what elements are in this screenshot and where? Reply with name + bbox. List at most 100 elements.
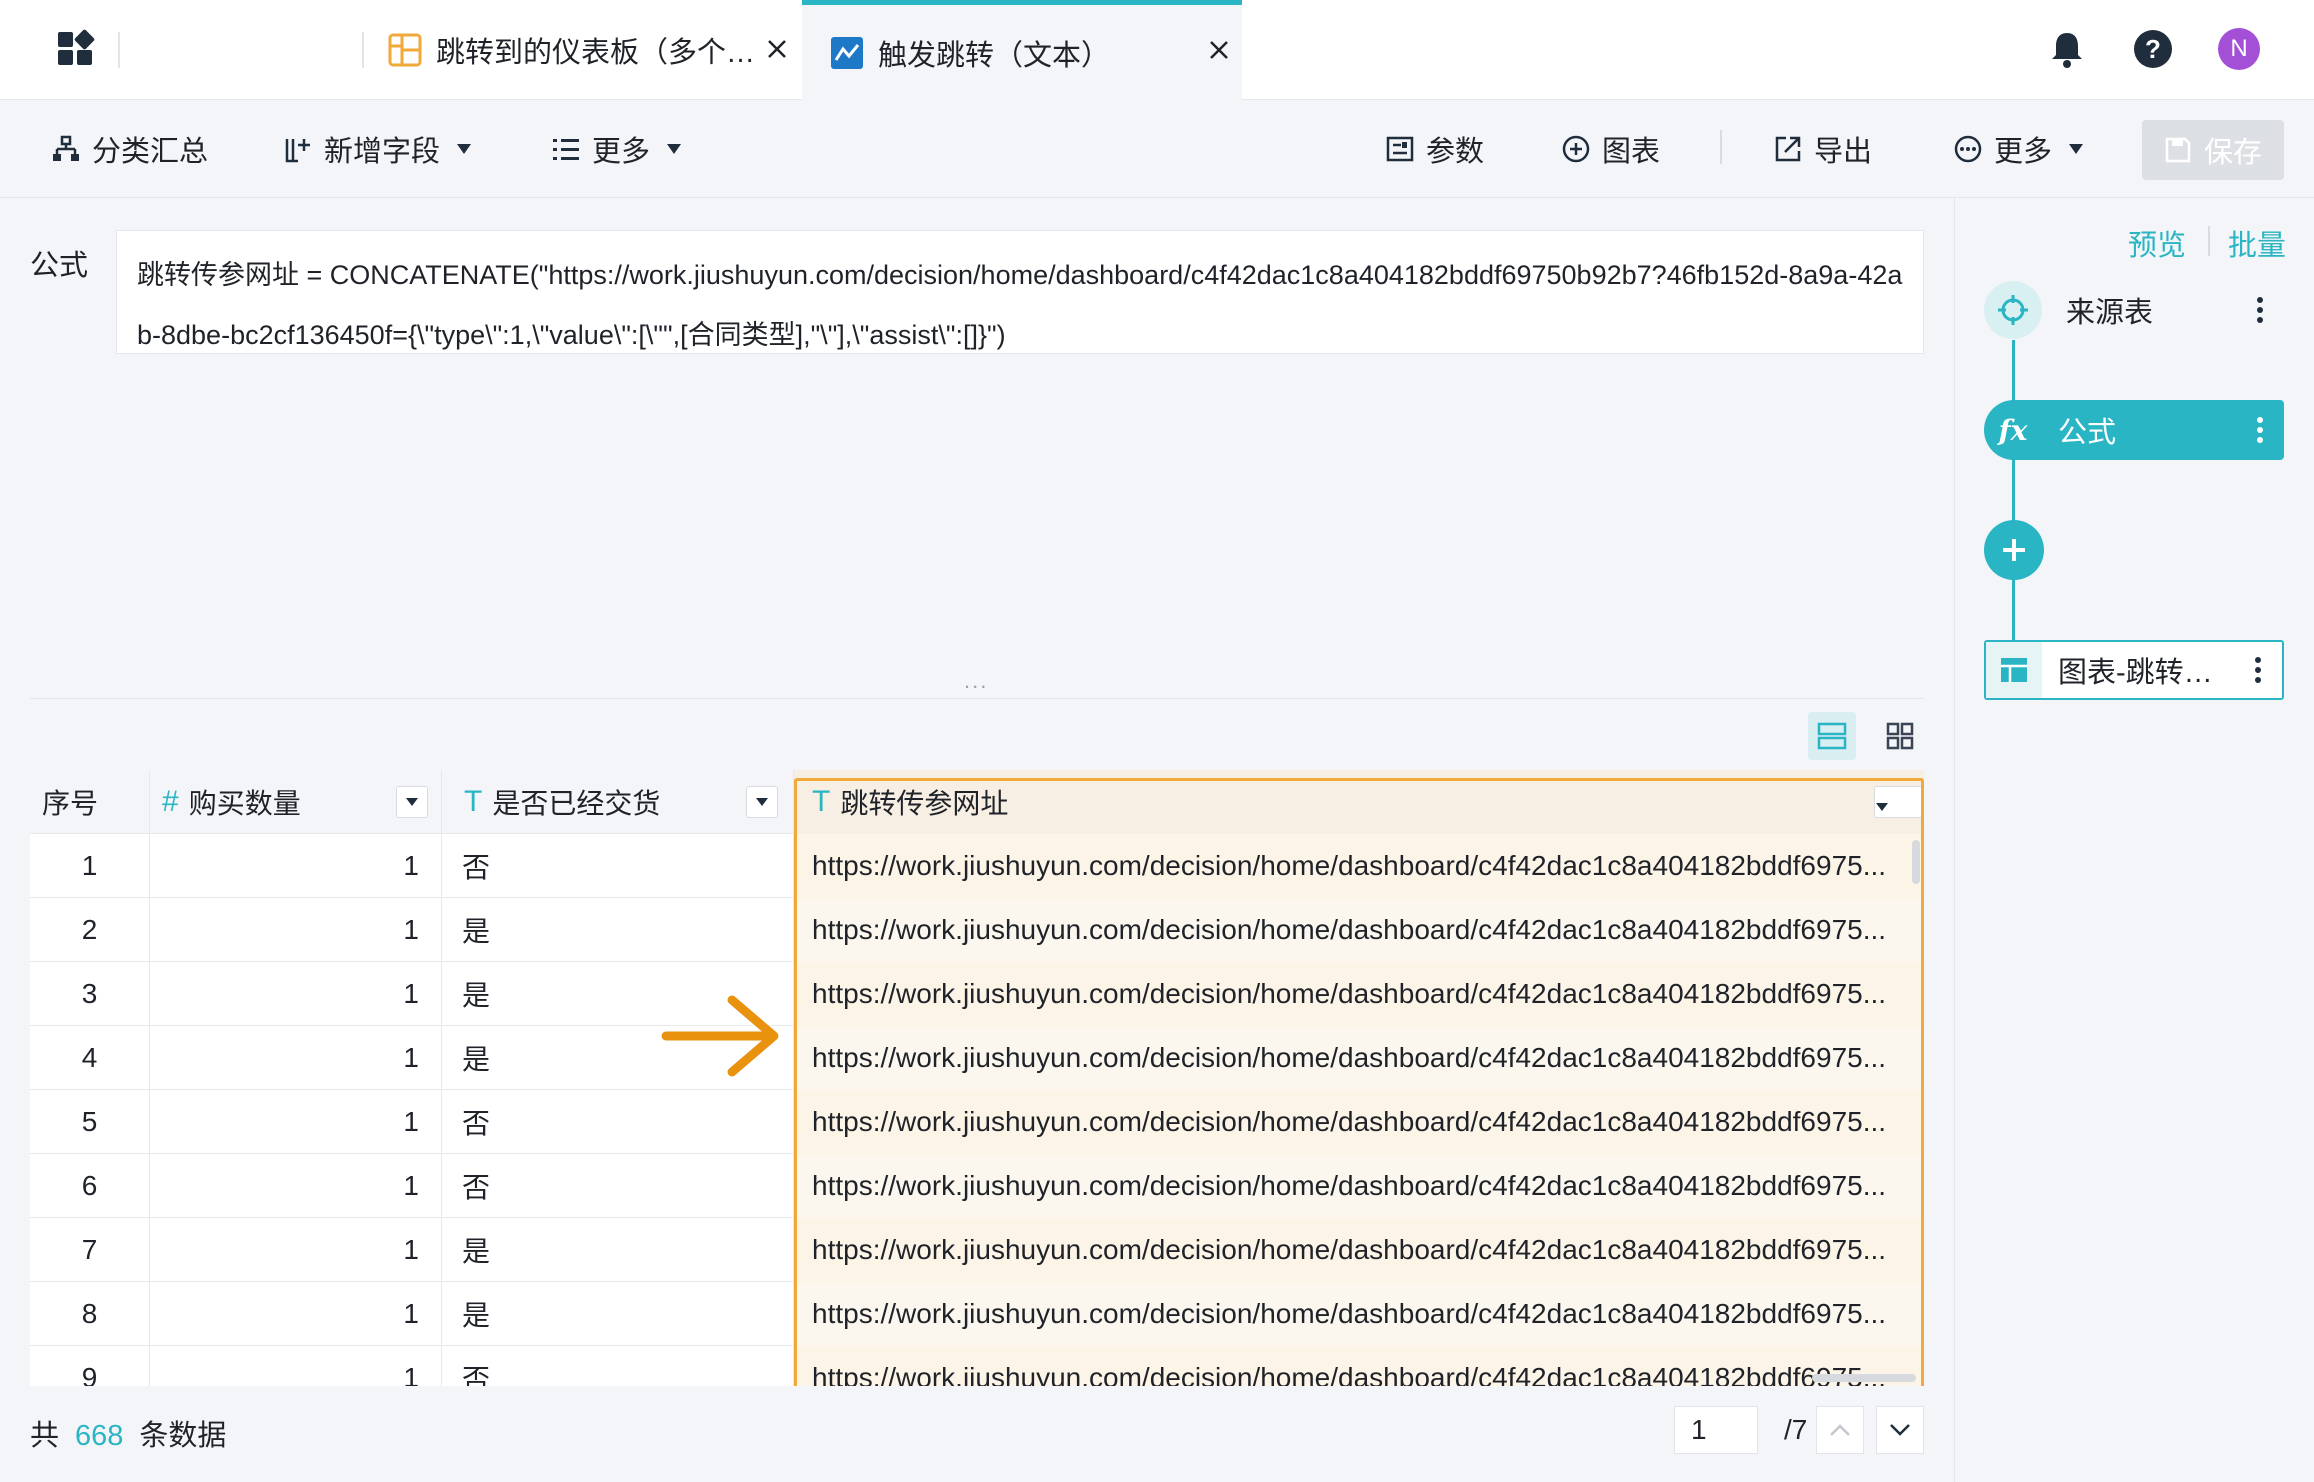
column-header-quantity[interactable]: # 购买数量: [150, 770, 442, 834]
cell-index: 1: [30, 834, 150, 898]
column-header-label: 是否已经交货: [492, 788, 661, 819]
column-header-index[interactable]: 序号: [30, 770, 150, 834]
cell-index: 2: [30, 898, 150, 962]
next-page-button[interactable]: [1876, 1406, 1924, 1454]
caret-down-icon: [667, 144, 682, 154]
formula-fx-icon: fx: [1998, 413, 2028, 447]
table-row[interactable]: 2 1 是 https://work.jiushuyun.com/decisio…: [30, 898, 1924, 962]
cell-quantity: 1: [150, 1090, 442, 1154]
url-text: https://work.jiushuyun.com/decision/home…: [812, 1298, 1887, 1329]
flow-node-chart[interactable]: 图表-跳转…: [1984, 640, 2284, 700]
node-label: 来源表: [2066, 297, 2154, 329]
avatar[interactable]: N: [2218, 28, 2260, 70]
save-button[interactable]: 保存: [2142, 120, 2284, 180]
export-button[interactable]: 导出: [1774, 100, 1872, 198]
table-row[interactable]: 7 1 是 https://work.jiushuyun.com/decisio…: [30, 1218, 1924, 1282]
more-vertical-icon[interactable]: [2248, 295, 2272, 325]
save-icon: [2165, 137, 2191, 163]
preview-link[interactable]: 预览: [2128, 222, 2186, 264]
list-icon: [553, 139, 579, 160]
prev-page-button[interactable]: [1816, 1406, 1864, 1454]
button-label: 新增字段: [324, 136, 441, 168]
cell-delivered: 否: [442, 1090, 794, 1154]
app-menu-icon[interactable]: [56, 28, 96, 68]
button-label: 导出: [1814, 136, 1873, 168]
more-menu-button[interactable]: 更多: [552, 100, 682, 198]
dashboard-icon: [388, 33, 422, 67]
table-row[interactable]: 9 1 否 https://work.jiushuyun.com/decisio…: [30, 1346, 1924, 1386]
count-suffix: 条数据: [139, 1420, 227, 1452]
add-step-button[interactable]: [1984, 520, 2044, 580]
cell-jump-url: https://work.jiushuyun.com/decision/home…: [794, 1282, 1924, 1346]
more-vertical-icon[interactable]: [2246, 655, 2270, 685]
column-dropdown-button[interactable]: [396, 786, 428, 818]
table-row[interactable]: 3 1 是 https://work.jiushuyun.com/decisio…: [30, 962, 1924, 1026]
column-header-jump-url[interactable]: T 跳转传参网址: [794, 770, 1924, 834]
chevron-up-icon: [1830, 1424, 1850, 1436]
bell-icon[interactable]: [2046, 28, 2088, 70]
more-actions-button[interactable]: 更多: [1954, 100, 2084, 198]
tab-divider: [362, 32, 364, 68]
url-text: https://work.jiushuyun.com/decision/home…: [812, 1042, 1887, 1073]
table-row[interactable]: 5 1 否 https://work.jiushuyun.com/decisio…: [30, 1090, 1924, 1154]
flow-node-source[interactable]: 来源表: [1984, 280, 2284, 340]
batch-link[interactable]: 批量: [2228, 222, 2286, 264]
process-flow-panel: [1954, 198, 2314, 1482]
tab-label: 跳转到的仪表板（多个…: [436, 37, 756, 69]
column-dropdown-button[interactable]: [746, 786, 778, 818]
count-prefix: 共: [30, 1420, 60, 1452]
chart-button[interactable]: 图表: [1562, 100, 1660, 198]
cell-delivered: 否: [442, 834, 794, 898]
grid-view-toggle[interactable]: [1876, 712, 1924, 760]
column-header-delivered[interactable]: T 是否已经交货: [442, 770, 794, 834]
list-view-toggle[interactable]: [1808, 712, 1856, 760]
cell-index: 5: [30, 1090, 150, 1154]
table-row[interactable]: 4 1 是 https://work.jiushuyun.com/decisio…: [30, 1026, 1924, 1090]
resize-handle[interactable]: ...: [964, 668, 988, 694]
formula-editor[interactable]: 跳转传参网址 = CONCATENATE("https://work.jiush…: [116, 230, 1924, 354]
tab-divider: [118, 32, 120, 68]
params-button[interactable]: 参数: [1386, 100, 1484, 198]
flow-node-formula[interactable]: fx 公式: [1984, 400, 2284, 460]
horizontal-scrollbar[interactable]: [1812, 1374, 1916, 1382]
target-icon: [1998, 295, 2028, 325]
url-text: https://work.jiushuyun.com/decision/home…: [812, 1106, 1887, 1137]
source-node-badge: [1984, 281, 2042, 339]
more-circle-icon: [1954, 135, 1982, 163]
page-number-input[interactable]: 1: [1674, 1406, 1758, 1454]
formula-label: 公式: [30, 250, 89, 282]
table-row[interactable]: 1 1 否 https://work.jiushuyun.com/decisio…: [30, 834, 1924, 898]
caret-down-icon: [1876, 803, 1888, 811]
plus-icon: [2003, 539, 2025, 561]
text-type-icon: T: [812, 785, 831, 818]
close-icon[interactable]: [1206, 37, 1232, 63]
url-text: https://work.jiushuyun.com/decision/home…: [812, 850, 1887, 881]
cell-delivered: 否: [442, 1154, 794, 1218]
grid-view-icon: [1886, 722, 1914, 750]
column-dropdown-button[interactable]: [1874, 786, 1924, 818]
vertical-scrollbar[interactable]: [1912, 840, 1920, 884]
tab-dashboard[interactable]: 跳转到的仪表板（多个…: [388, 0, 802, 100]
caret-down-icon: [406, 798, 418, 806]
cell-jump-url: https://work.jiushuyun.com/decision/home…: [794, 962, 1924, 1026]
button-label: 保存: [2203, 137, 2262, 169]
group-summary-button[interactable]: 分类汇总: [52, 100, 208, 198]
more-vertical-icon[interactable]: [2248, 415, 2272, 445]
divider: [30, 698, 1924, 699]
add-circle-icon: [1562, 135, 1590, 163]
cell-quantity: 1: [150, 1154, 442, 1218]
add-column-icon: [285, 139, 310, 163]
cell-quantity: 1: [150, 962, 442, 1026]
table-header-row: 序号 # 购买数量 T 是否已经交货 T 跳转传参网址: [30, 770, 1924, 834]
tab-trigger-jump[interactable]: 触发跳转（文本）: [802, 0, 1242, 100]
help-icon[interactable]: ?: [2132, 28, 2174, 70]
table-row[interactable]: 8 1 是 https://work.jiushuyun.com/decisio…: [30, 1282, 1924, 1346]
table-row[interactable]: 6 1 否 https://work.jiushuyun.com/decisio…: [30, 1154, 1924, 1218]
cell-index: 6: [30, 1154, 150, 1218]
url-text: https://work.jiushuyun.com/decision/home…: [812, 1234, 1887, 1265]
add-field-button[interactable]: 新增字段: [284, 100, 472, 198]
cell-jump-url: https://work.jiushuyun.com/decision/home…: [794, 1090, 1924, 1154]
table-chart-icon: [1986, 642, 2042, 698]
cell-quantity: 1: [150, 1026, 442, 1090]
close-icon[interactable]: [764, 36, 790, 62]
